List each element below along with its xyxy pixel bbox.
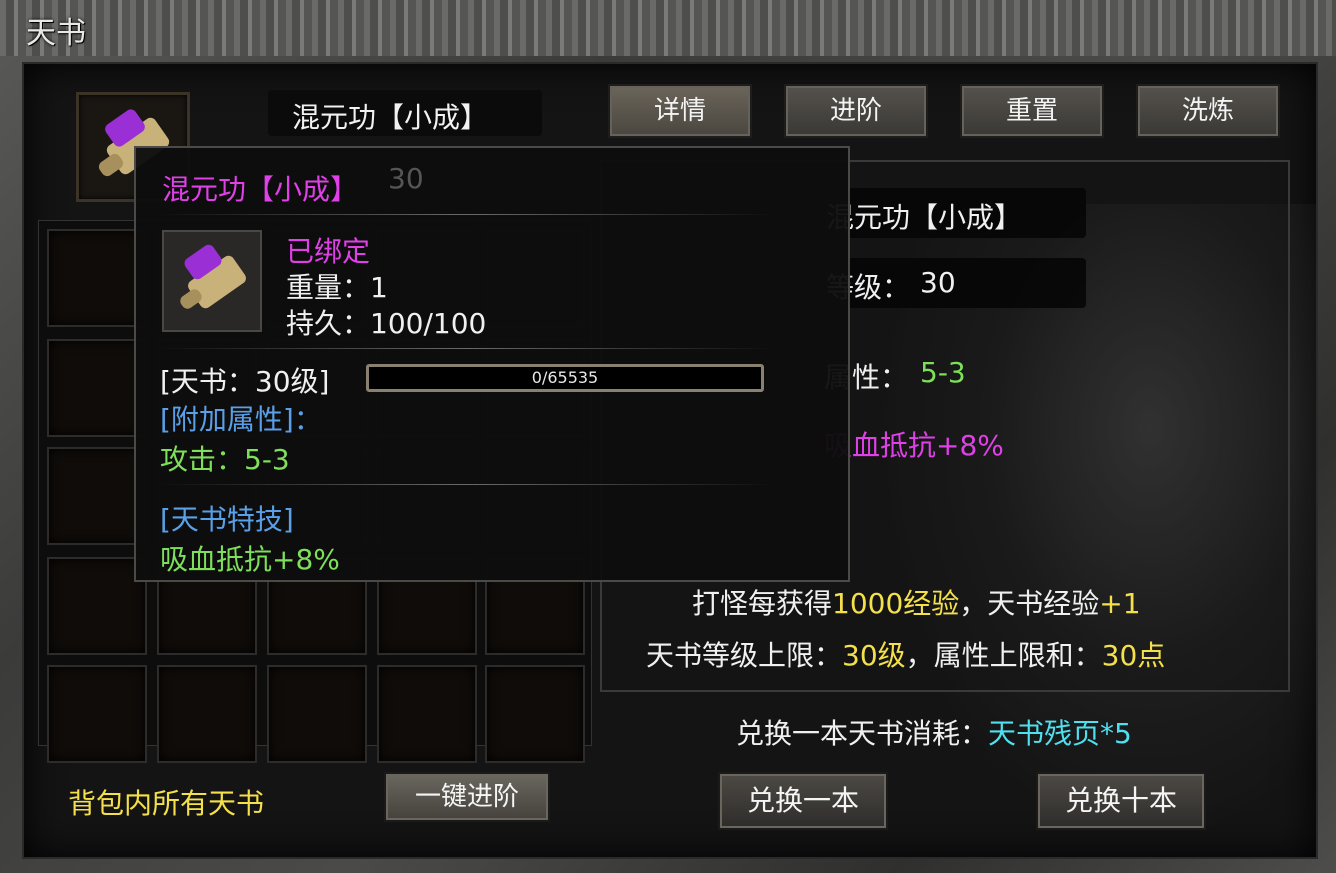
exp-rule-line: 打怪每获得1000经验，天书经验+1 — [692, 582, 1141, 622]
window-title: 天书 — [26, 16, 86, 51]
book-name: 混元功【小成】 — [292, 101, 489, 134]
exp-rule-middle: ，天书经验 — [959, 587, 1100, 620]
detail-level-value: 30 — [920, 266, 956, 299]
tooltip-icon-slot — [162, 230, 262, 332]
exp-rule-gain: +1 — [1099, 587, 1141, 620]
tab-reset[interactable]: 重置 — [960, 84, 1104, 138]
tooltip-attack: 攻击：5-3 — [160, 443, 290, 476]
tooltip-skill-header: [天书特技] — [160, 503, 294, 536]
exchange-one-button[interactable]: 兑换一本 — [718, 772, 888, 830]
exp-rule-amount: 1000经验 — [832, 587, 960, 620]
tooltip-durability: 持久：100/100 — [286, 307, 487, 340]
inventory-slot[interactable] — [47, 447, 147, 545]
tooltip-extra-attr-header: [附加属性]： — [160, 403, 322, 436]
tab-advance[interactable]: 进阶 — [784, 84, 928, 138]
detail-name: 混元功【小成】 — [826, 201, 1023, 234]
detail-attr-value: 5-3 — [920, 356, 966, 389]
tab-refine[interactable]: 洗炼 — [1136, 84, 1280, 138]
inventory-slot[interactable] — [157, 665, 257, 763]
tooltip-divider — [156, 214, 776, 215]
tab-advance-label: 进阶 — [829, 96, 882, 126]
tooltip-bound: 已绑定 — [286, 235, 371, 268]
inventory-slot[interactable] — [47, 339, 147, 437]
tab-refine-label: 洗炼 — [1181, 96, 1234, 126]
inventory-slot[interactable] — [47, 557, 147, 655]
item-tooltip: 混元功【小成】 30 已绑定 重量：1 持久：100/100 [天书：30级] … — [134, 146, 850, 582]
inventory-slot[interactable] — [47, 229, 147, 327]
bag-all-books-label: 背包内所有天书 — [68, 787, 265, 820]
exchange-one-label: 兑换一本 — [746, 784, 859, 817]
exchange-cost-prefix: 兑换一本天书消耗： — [736, 717, 989, 750]
title-bar[interactable]: 天书 — [0, 0, 1336, 56]
detail-level-box: 等级： 30 — [812, 258, 1086, 308]
book-name-box: 混元功【小成】 — [268, 90, 542, 136]
tooltip-behind-value: 30 — [388, 162, 424, 195]
tooltip-weight: 重量：1 — [286, 271, 388, 304]
tab-reset-label: 重置 — [1005, 96, 1058, 126]
limit-line: 天书等级上限：30级，属性上限和：30点 — [646, 634, 1165, 674]
one-click-advance-label: 一键进阶 — [414, 782, 519, 812]
tooltip-divider — [156, 484, 776, 485]
tooltip-divider — [156, 348, 776, 349]
tooltip-book-level: [天书：30级] — [160, 365, 330, 398]
tooltip-skill: 吸血抵抗+8% — [160, 543, 340, 576]
scroll-icon — [180, 244, 246, 309]
detail-name-box: 混元功【小成】 — [812, 188, 1086, 238]
tab-details[interactable]: 详情 — [608, 84, 752, 138]
one-click-advance-button[interactable]: 一键进阶 — [384, 772, 550, 822]
inventory-slot[interactable] — [377, 665, 477, 763]
window-frame: 天书 混元功【小成】 详情 进阶 重置 洗炼 混元功【小成】 等级： 30 属性… — [0, 0, 1336, 873]
limit-points: 30点 — [1101, 639, 1166, 672]
exp-rule-prefix: 打怪每获得 — [692, 587, 833, 620]
exchange-ten-label: 兑换十本 — [1064, 784, 1177, 817]
exp-progress-bar: 0/65535 — [366, 364, 764, 392]
exchange-ten-button[interactable]: 兑换十本 — [1036, 772, 1206, 830]
tooltip-title: 混元功【小成】 — [162, 173, 359, 206]
inventory-slot[interactable] — [47, 665, 147, 763]
limit-middle: ，属性上限和： — [905, 639, 1102, 672]
limit-level: 30级 — [842, 639, 906, 672]
exp-progress-text: 0/65535 — [531, 368, 599, 387]
inventory-slot[interactable] — [485, 665, 585, 763]
detail-special: 吸血抵抗+8% — [824, 429, 1004, 462]
exchange-cost-value: 天书残页*5 — [988, 717, 1132, 750]
exchange-cost-line: 兑换一本天书消耗：天书残页*5 — [736, 712, 1132, 752]
limit-prefix: 天书等级上限： — [646, 639, 843, 672]
tab-details-label: 详情 — [653, 96, 706, 126]
inventory-slot[interactable] — [267, 665, 367, 763]
